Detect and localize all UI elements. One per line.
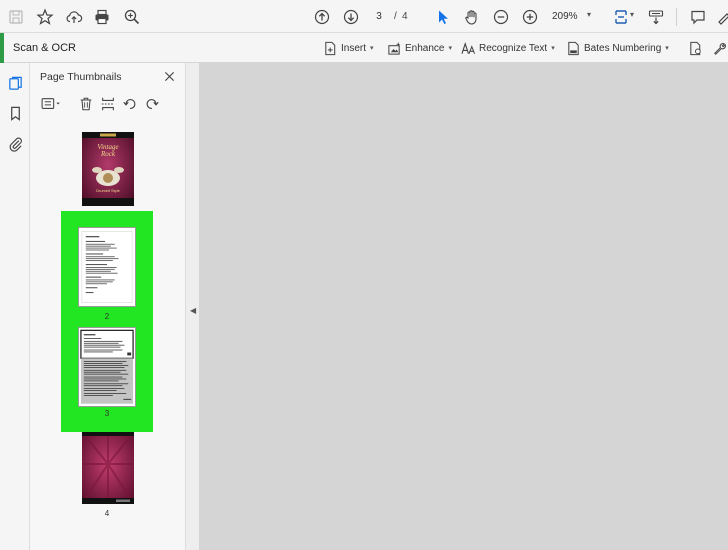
bates-numbering-label: Bates Numbering: [584, 42, 662, 54]
insert-label: Insert: [341, 42, 367, 54]
chevron-down-icon: ▾: [551, 45, 555, 52]
page-thumbnails-panel: Page Thumbnails Vintage Rock Drumkit Sty…: [30, 63, 186, 550]
insert-page-icon: [325, 41, 336, 55]
attachment-icon[interactable]: [6, 134, 24, 152]
page-display-dropdown-icon[interactable]: ▾: [630, 10, 634, 19]
thumbnail-page-number: 2: [104, 312, 110, 321]
print-icon[interactable]: [90, 5, 114, 29]
rotate-clockwise-icon[interactable]: [142, 94, 162, 114]
recognize-text-label: Recognize Text: [479, 42, 548, 54]
tool-accent-bar: [0, 33, 4, 63]
enhance-label: Enhance: [405, 42, 445, 54]
previous-page-icon[interactable]: [310, 5, 334, 29]
recognize-text-menu[interactable]: Recognize Text ▾: [461, 39, 555, 57]
keyboard-scroll-icon[interactable]: [644, 5, 668, 29]
comment-icon[interactable]: [686, 5, 710, 29]
bates-numbering-icon: [568, 41, 579, 55]
total-pages: 4: [402, 11, 408, 22]
chevron-down-icon: ▾: [665, 45, 669, 52]
bates-numbering-menu[interactable]: Bates Numbering ▾: [566, 39, 669, 57]
save-icon[interactable]: [4, 5, 28, 29]
page-thumbnails-icon[interactable]: [6, 74, 24, 92]
page-thumbnail-1[interactable]: Vintage Rock Drumkit Style: [82, 132, 134, 206]
navigation-rail: [0, 63, 30, 550]
sign-pen-icon[interactable]: [712, 5, 728, 29]
page-number-input[interactable]: 3: [368, 9, 390, 25]
enhance-icon: [388, 41, 401, 55]
page-settings-icon: [690, 41, 701, 55]
insert-menu[interactable]: Insert ▾: [323, 39, 374, 57]
enhance-menu[interactable]: Enhance ▾: [387, 39, 452, 57]
panel-title: Page Thumbnails: [40, 71, 122, 83]
select-cursor-icon[interactable]: [431, 5, 455, 29]
svg-text:Rock: Rock: [100, 150, 116, 158]
page-options-button[interactable]: [688, 39, 703, 57]
zoom-search-icon[interactable]: [120, 5, 144, 29]
tool-title: Scan & OCR: [13, 42, 76, 54]
hand-tool-icon[interactable]: [460, 5, 484, 29]
page-thumbnail-2[interactable]: [78, 227, 136, 307]
rotate-counterclockwise-icon[interactable]: [120, 94, 140, 114]
next-page-icon[interactable]: [339, 5, 363, 29]
thumbnail-page-number: 3: [104, 409, 110, 418]
acrobat-window: 3 / 4 209% ▾ ▾ Scan & OCR Insert ▾ Enhan…: [0, 0, 728, 550]
bookmark-icon[interactable]: [6, 104, 24, 122]
page-separator: /: [394, 11, 397, 22]
star-icon[interactable]: [33, 5, 57, 29]
text-page-image: [80, 329, 134, 404]
close-icon[interactable]: [161, 68, 177, 84]
text-page-image: [81, 231, 133, 303]
zoom-level-input[interactable]: 209%: [552, 9, 586, 25]
thumbnail-options-icon[interactable]: [38, 94, 64, 114]
panel-splitter[interactable]: ◀: [186, 63, 200, 550]
chevron-down-icon: ▾: [448, 45, 452, 52]
scan-ocr-toolbar: Scan & OCR Insert ▾ Enhance ▾ Recognize …: [0, 33, 728, 63]
cloud-upload-icon[interactable]: [62, 5, 86, 29]
page-thumbnail-3[interactable]: [78, 327, 136, 407]
cover-art-image: Vintage Rock Drumkit Style: [82, 132, 134, 206]
wrench-tool-button[interactable]: [712, 39, 727, 57]
chevron-down-icon: ▾: [370, 45, 374, 52]
zoom-dropdown-icon[interactable]: ▾: [587, 10, 591, 19]
toolbar-divider: [676, 8, 677, 26]
document-viewport[interactable]: [200, 63, 728, 550]
zoom-out-icon[interactable]: [489, 5, 513, 29]
recognize-text-icon: [461, 41, 476, 54]
delete-page-icon[interactable]: [76, 94, 96, 114]
wrench-icon: [714, 42, 726, 55]
page-thumbnail-4[interactable]: [81, 431, 135, 505]
back-cover-image: [81, 431, 135, 505]
collapse-panel-icon[interactable]: ◀: [190, 306, 196, 315]
extract-pages-icon[interactable]: [98, 94, 118, 114]
thumbnail-page-number: 4: [104, 509, 110, 518]
svg-text:Drumkit Style: Drumkit Style: [96, 188, 121, 193]
zoom-in-icon[interactable]: [518, 5, 542, 29]
main-toolbar: 3 / 4 209% ▾ ▾: [0, 0, 728, 33]
